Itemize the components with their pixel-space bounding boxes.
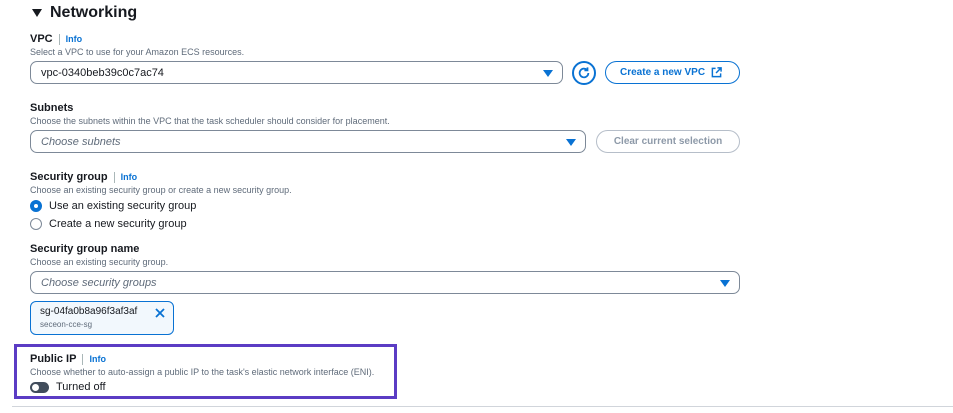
section-title: Networking <box>50 4 138 21</box>
toggle-switch[interactable] <box>30 381 49 393</box>
security-group-info-link[interactable]: Info <box>121 172 138 182</box>
public-ip-label: Public IP <box>30 353 77 365</box>
radio-checked-icon[interactable] <box>30 200 42 212</box>
security-group-label-row: Security group Info <box>30 171 137 183</box>
dropdown-arrow-icon <box>720 280 730 287</box>
close-icon[interactable] <box>154 307 166 319</box>
radio-label: Create a new security group <box>49 218 187 230</box>
create-vpc-button[interactable]: Create a new VPC <box>605 61 740 84</box>
vpc-description: Select a VPC to use for your Amazon ECS … <box>30 47 245 57</box>
public-ip-toggle-row[interactable]: Turned off <box>30 381 106 393</box>
subnets-placeholder: Choose subnets <box>41 135 121 148</box>
radio-create-new[interactable]: Create a new security group <box>30 218 187 230</box>
vpc-info-link[interactable]: Info <box>66 34 83 44</box>
subnets-label-row: Subnets <box>30 102 73 114</box>
public-ip-label-row: Public IP Info <box>30 353 106 365</box>
subnets-select[interactable]: Choose subnets <box>30 130 586 153</box>
external-link-icon <box>711 67 722 78</box>
create-vpc-label: Create a new VPC <box>620 67 706 78</box>
security-groups-select[interactable]: Choose security groups <box>30 271 740 294</box>
clear-selection-button[interactable]: Clear current selection <box>596 130 740 153</box>
section-header[interactable]: Networking <box>32 4 137 22</box>
refresh-icon <box>578 67 590 79</box>
security-group-label: Security group <box>30 171 108 183</box>
vpc-select[interactable]: vpc-0340beb39c0c7ac74 <box>30 61 563 84</box>
subnets-label: Subnets <box>30 102 74 114</box>
security-group-token: sg-04fa0b8a96f3af3af seceon-cce-sg <box>30 301 174 335</box>
token-name: seceon-cce-sg <box>40 320 93 329</box>
security-group-name-label: Security group name <box>30 243 140 255</box>
toggle-state-label: Turned off <box>56 381 106 393</box>
radio-label: Use an existing security group <box>49 200 197 212</box>
security-group-name-label-row: Security group name <box>30 243 139 255</box>
radio-unchecked-icon[interactable] <box>30 218 42 230</box>
security-group-description: Choose an existing security group or cre… <box>30 185 292 195</box>
public-ip-info-link[interactable]: Info <box>89 354 106 364</box>
security-groups-placeholder: Choose security groups <box>41 276 157 289</box>
dropdown-arrow-icon <box>543 70 553 77</box>
vpc-label-row: VPC Info <box>30 33 82 45</box>
refresh-button[interactable] <box>572 61 596 85</box>
divider <box>58 33 60 45</box>
divider <box>113 171 115 183</box>
subnets-description: Choose the subnets within the VPC that t… <box>30 116 390 126</box>
vpc-label: VPC <box>30 33 53 45</box>
security-group-name-description: Choose an existing security group. <box>30 257 169 267</box>
vpc-selected-value: vpc-0340beb39c0c7ac74 <box>41 66 164 79</box>
public-ip-description: Choose whether to auto-assign a public I… <box>30 367 375 377</box>
caret-down-icon[interactable] <box>32 9 42 17</box>
dropdown-arrow-icon <box>566 139 576 146</box>
token-id: sg-04fa0b8a96f3af3af <box>40 306 138 317</box>
radio-use-existing[interactable]: Use an existing security group <box>30 200 196 212</box>
divider <box>82 353 84 365</box>
